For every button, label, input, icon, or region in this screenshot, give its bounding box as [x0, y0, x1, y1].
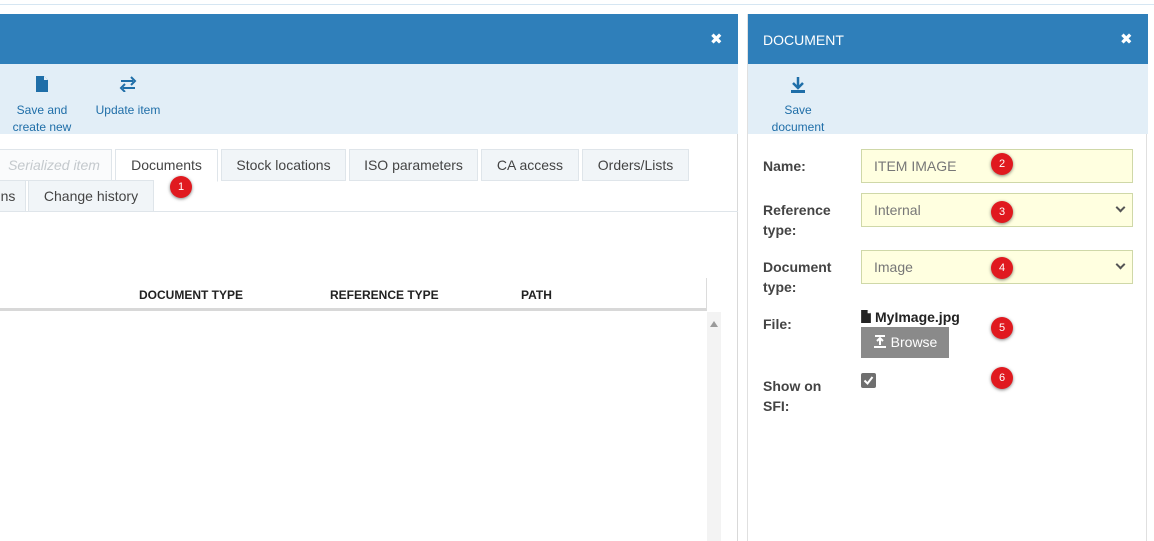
- tab-documents[interactable]: Documents: [115, 149, 218, 182]
- name-value: ITEM IMAGE: [874, 158, 957, 174]
- check-icon: [863, 376, 874, 386]
- callout-badge-2: 2: [991, 153, 1013, 175]
- item-panel: ✖ Save and create new Update item Serial…: [0, 14, 738, 541]
- reference-type-label-line1: Reference: [763, 202, 831, 218]
- column-reference-type[interactable]: REFERENCE TYPE: [330, 288, 439, 302]
- document-toolbar: Save document: [748, 64, 1148, 134]
- tab-partial[interactable]: ns: [0, 180, 26, 212]
- document-type-label: Document type:: [763, 257, 831, 297]
- browse-label: Browse: [890, 334, 938, 350]
- tab-iso-parameters[interactable]: ISO parameters: [349, 149, 478, 181]
- item-toolbar: Save and create new Update item: [0, 64, 738, 134]
- close-icon[interactable]: ✖: [1120, 32, 1133, 47]
- callout-badge-4: 4: [991, 257, 1013, 279]
- callout-badge-5: 5: [991, 317, 1013, 339]
- chevron-down-icon: [1115, 202, 1126, 213]
- table-scrollbar[interactable]: [707, 312, 721, 541]
- update-item-button[interactable]: Update item: [92, 64, 164, 134]
- item-panel-header: ✖: [0, 14, 738, 64]
- save-document-line2: document: [771, 120, 825, 134]
- upload-icon: [873, 335, 886, 348]
- document-type-label-line2: type:: [763, 279, 797, 295]
- file-icon: [861, 310, 871, 323]
- document-type-value: Image: [874, 259, 913, 275]
- close-icon[interactable]: ✖: [710, 32, 723, 47]
- callout-badge-3: 3: [991, 201, 1013, 223]
- column-path[interactable]: PATH: [521, 288, 552, 302]
- download-icon: [766, 76, 830, 98]
- swap-arrows-icon: [92, 76, 164, 98]
- document-panel-title: DOCUMENT: [763, 32, 844, 48]
- top-border: [0, 0, 1154, 5]
- callout-badge-6: 6: [991, 367, 1013, 389]
- tab-change-history[interactable]: Change history: [28, 180, 154, 212]
- item-tabs: Serialized item Documents Stock location…: [0, 134, 738, 212]
- file-label: File:: [763, 316, 792, 332]
- save-and-create-new-button[interactable]: Save and create new: [8, 64, 76, 134]
- show-on-sfi-label: Show on SFI:: [763, 376, 821, 416]
- tab-orders-lists[interactable]: Orders/Lists: [582, 149, 689, 181]
- tab-serialized-item[interactable]: Serialized item: [0, 149, 112, 181]
- file-name: MyImage.jpg: [861, 309, 960, 325]
- chevron-down-icon: [1115, 259, 1126, 270]
- show-on-sfi-label-line2: SFI:: [763, 398, 790, 414]
- show-on-sfi-checkbox[interactable]: [861, 373, 876, 388]
- scroll-up-icon[interactable]: [710, 321, 718, 327]
- document-panel-header: DOCUMENT ✖: [748, 14, 1148, 64]
- file-name-text: MyImage.jpg: [875, 309, 960, 325]
- name-label: Name:: [763, 158, 806, 174]
- document-panel: DOCUMENT ✖ Save document Name: ITEM IMAG…: [747, 14, 1148, 541]
- reference-type-label-line2: type:: [763, 222, 797, 238]
- browse-button[interactable]: Browse: [861, 327, 949, 358]
- file-icon: [8, 76, 76, 98]
- save-document-line1: Save: [784, 103, 812, 117]
- save-document-button[interactable]: Save document: [766, 64, 830, 134]
- update-item-label: Update item: [95, 103, 161, 117]
- tab-ca-access[interactable]: CA access: [481, 149, 579, 181]
- save-new-line2: create new: [12, 120, 72, 134]
- reference-type-value: Internal: [874, 202, 921, 218]
- document-type-label-line1: Document: [763, 259, 832, 275]
- tab-stock-locations[interactable]: Stock locations: [221, 149, 346, 181]
- save-new-line1: Save and: [16, 103, 68, 117]
- show-on-sfi-label-line1: Show on: [763, 378, 822, 394]
- column-document-type[interactable]: DOCUMENT TYPE: [139, 288, 243, 302]
- reference-type-label: Reference type:: [763, 200, 831, 240]
- documents-table-header: DOCUMENT TYPE REFERENCE TYPE PATH: [0, 278, 707, 311]
- callout-badge-1: 1: [170, 176, 192, 198]
